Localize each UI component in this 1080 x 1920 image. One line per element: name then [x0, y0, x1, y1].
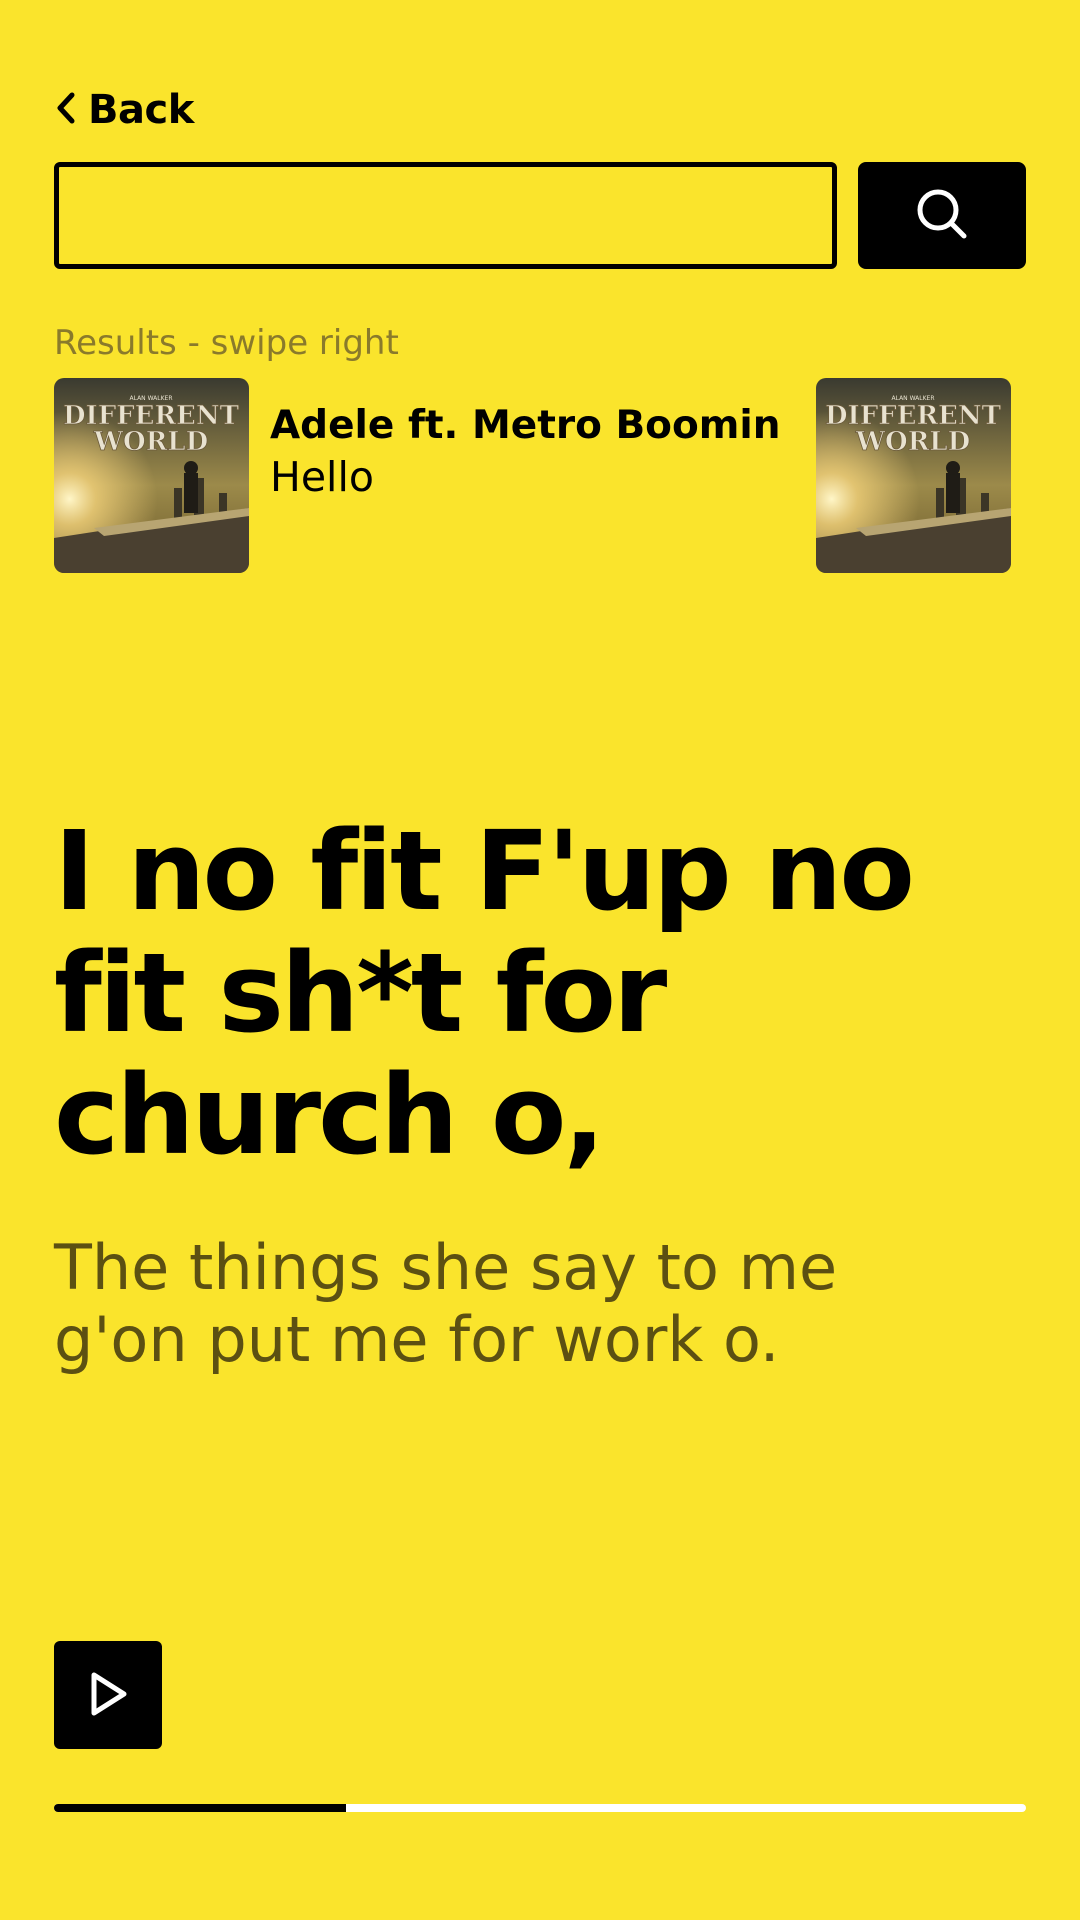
play-button[interactable]	[54, 1641, 162, 1749]
results-carousel[interactable]: DIFFERENT WORLD ALAN WALKER Adele ft. Me…	[54, 378, 1026, 573]
result-info[interactable]: Adele ft. Metro Boomin Hello	[270, 406, 790, 502]
result-artist: Adele ft. Metro Boomin	[270, 403, 781, 448]
back-label: Back	[88, 87, 194, 133]
chevron-left-icon	[54, 90, 78, 130]
album-cover-thumbnail[interactable]: DIFFERENT WORLD ALAN WALKER	[54, 378, 249, 573]
cover-artist: ALAN WALKER	[891, 395, 934, 402]
cover-title-line-2: WORLD	[855, 427, 970, 457]
search-icon	[915, 187, 969, 244]
search-button[interactable]	[858, 162, 1026, 269]
current-lyric: I no fit F'up no fit sh*t for church o,	[54, 807, 915, 1179]
cover-artist: ALAN WALKER	[129, 395, 172, 402]
progress-fill	[54, 1804, 346, 1812]
search-input[interactable]	[54, 162, 837, 269]
back-button[interactable]: Back	[54, 82, 194, 138]
result-title: Hello	[270, 453, 374, 501]
album-cover-thumbnail[interactable]: DIFFERENT WORLD ALAN WALKER	[816, 378, 1011, 573]
play-icon	[86, 1670, 130, 1721]
cover-title-line-2: WORLD	[93, 427, 208, 457]
next-lyric: The things she say to me g'on put me for…	[54, 1231, 838, 1376]
results-label: Results - swipe right	[54, 323, 399, 363]
progress-bar[interactable]	[54, 1804, 1026, 1812]
